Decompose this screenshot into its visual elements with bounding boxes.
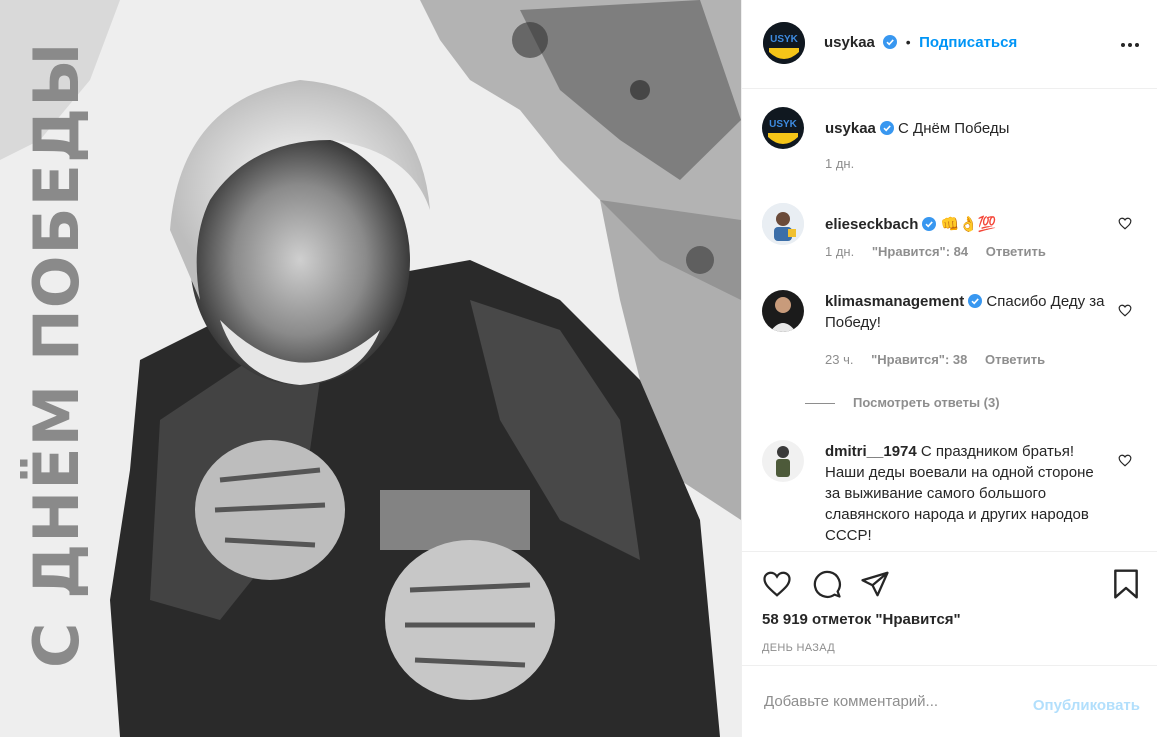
publish-button[interactable]: Опубликовать xyxy=(1033,697,1140,714)
save-bookmark-icon[interactable] xyxy=(1112,568,1140,600)
caption-text: С Днём Победы xyxy=(898,120,1010,137)
post-header: USYK usykaa • Подписаться xyxy=(742,0,1157,89)
commenter-avatar[interactable] xyxy=(762,203,804,245)
likes-count[interactable]: 58 919 отметок "Нравится" xyxy=(762,611,961,628)
comment-likes[interactable]: "Нравится": 84 xyxy=(872,244,968,259)
view-replies-label: Посмотреть ответы (3) xyxy=(853,395,1000,410)
comment-item: elieseckbach 👊👌💯 1 дн. "Нравится": 84 От… xyxy=(762,203,1142,273)
follow-button[interactable]: Подписаться xyxy=(919,34,1017,51)
view-replies-button[interactable]: Посмотреть ответы (3) xyxy=(805,395,1000,410)
add-comment-bar: Опубликовать xyxy=(742,665,1157,738)
image-caption-text: С ДНЁМ ПОБЕДЫ xyxy=(20,42,93,669)
post-actions: 58 919 отметок "Нравится" ДЕНЬ НАЗАД xyxy=(742,551,1157,664)
replies-divider-line xyxy=(805,403,835,405)
author-username[interactable]: usykaa xyxy=(824,34,875,51)
comment-username[interactable]: dmitri__1974 xyxy=(825,443,917,460)
more-dots-icon[interactable] xyxy=(1120,32,1140,52)
verified-badge-icon xyxy=(968,294,983,308)
commenter-avatar[interactable] xyxy=(762,440,804,482)
commenter-avatar[interactable] xyxy=(762,290,804,332)
comment-like-heart-icon[interactable] xyxy=(1118,217,1132,230)
comment-username[interactable]: klimasmanagement xyxy=(825,293,964,310)
reply-button[interactable]: Ответить xyxy=(986,244,1046,259)
svg-text:USYK: USYK xyxy=(769,119,798,130)
add-comment-input[interactable] xyxy=(762,692,1046,711)
verified-badge-icon xyxy=(879,121,894,135)
comment-text: 👊👌💯 xyxy=(940,216,997,233)
comment-likes[interactable]: "Нравится": 38 xyxy=(871,352,967,367)
comment-item: dmitri__1974 С праздником братья! Наши д… xyxy=(762,440,1142,551)
like-heart-icon[interactable] xyxy=(762,570,792,598)
author-avatar[interactable]: USYK xyxy=(762,107,804,149)
caption-item: USYK usykaa С Днём Победы 1 дн. xyxy=(762,107,1142,177)
comment-bubble-icon[interactable] xyxy=(812,569,842,599)
comments-list[interactable]: USYK usykaa С Днём Победы 1 дн. elieseck… xyxy=(742,89,1157,551)
verified-badge-icon xyxy=(883,35,898,49)
reply-button[interactable]: Ответить xyxy=(985,352,1045,367)
separator-dot: • xyxy=(905,34,911,50)
author-avatar[interactable]: USYK xyxy=(763,22,805,64)
comment-time[interactable]: 23 ч. xyxy=(825,352,853,367)
comment-item: klimasmanagement Спасибо Деду за Победу!… xyxy=(762,290,1142,390)
comment-like-heart-icon[interactable] xyxy=(1118,304,1132,317)
share-plane-icon[interactable] xyxy=(860,569,890,599)
comment-time[interactable]: 1 дн. xyxy=(825,244,854,259)
verified-badge-icon xyxy=(922,217,937,231)
post-artwork: С ДНЁМ ПОБЕДЫ xyxy=(0,0,741,737)
caption-time[interactable]: 1 дн. xyxy=(825,156,854,171)
comment-username[interactable]: usykaa xyxy=(825,120,876,137)
svg-text:USYK: USYK xyxy=(770,34,799,45)
post-image[interactable]: С ДНЁМ ПОБЕДЫ xyxy=(0,0,741,737)
post-sidebar: USYK usykaa • Подписаться USYK usykaa С … xyxy=(741,0,1157,737)
comment-like-heart-icon[interactable] xyxy=(1118,454,1132,467)
comment-username[interactable]: elieseckbach xyxy=(825,216,918,233)
post-timestamp[interactable]: ДЕНЬ НАЗАД xyxy=(762,642,835,654)
